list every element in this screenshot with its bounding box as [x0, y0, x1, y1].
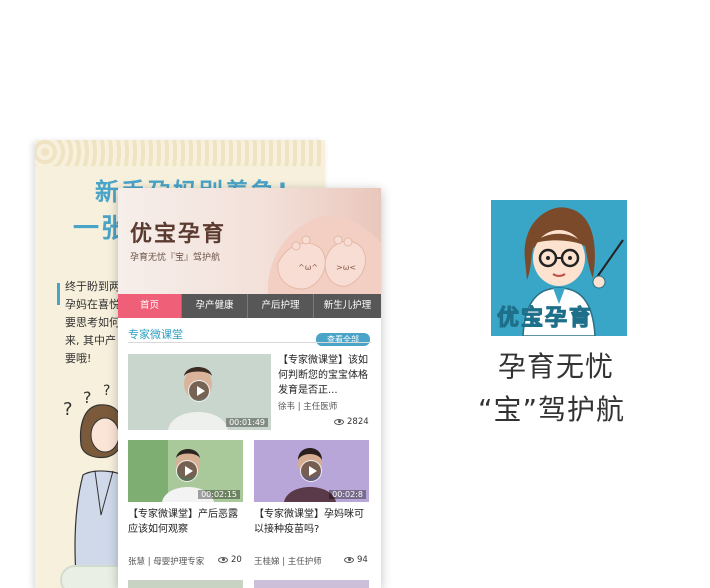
poster-text-line: 终于盼到两	[65, 280, 120, 293]
poster-text-line: 孕妈在喜悦	[65, 298, 120, 311]
video-thumbnail[interactable]: 00:01:49	[128, 354, 271, 430]
section-title: 专家微课堂	[128, 328, 183, 341]
video-author: 张慧 | 母婴护理专家	[128, 557, 205, 567]
video-title[interactable]: 【专家微课堂】孕妈咪可以接种疫苗吗?	[254, 507, 372, 537]
play-icon[interactable]	[188, 380, 210, 402]
video-views: 20	[218, 555, 242, 565]
eye-icon	[334, 418, 344, 425]
svg-text:?: ?	[63, 399, 73, 420]
baby-feet-illustration: ^ω^ >ω<	[267, 216, 381, 294]
svg-text:?: ?	[83, 388, 92, 407]
app-screen: 优宝孕育 孕育无忧『宝』驾护航 ^ω^ >ω< 首页 孕产健康 产后护理 新生儿…	[118, 188, 381, 588]
poster-text-line: 要思考如何	[65, 316, 120, 329]
svg-text:>ω<: >ω<	[336, 263, 356, 272]
tab-postpartum-care[interactable]: 产后护理	[248, 294, 314, 318]
poster-body-text: 终于盼到两 孕妈在喜悦 要思考如何 来, 其中产 要哦!	[65, 278, 125, 368]
hero-banner: 优宝孕育 孕育无忧『宝』驾护航 ^ω^ >ω<	[118, 188, 381, 294]
tab-newborn-care[interactable]: 新生儿护理	[314, 294, 381, 318]
video-author: 徐韦 | 主任医师	[278, 402, 338, 412]
category-nav: 首页 孕产健康 产后护理 新生儿护理	[118, 294, 381, 318]
video-title[interactable]: 【专家微课堂】产后恶露应该如何观察	[128, 507, 246, 537]
video-duration: 00:02:15	[198, 490, 240, 499]
app-title: 优宝孕育	[130, 222, 227, 247]
slogan-line-1: 孕育无忧	[498, 350, 615, 383]
svg-text:?: ?	[103, 383, 110, 399]
video-duration: 00:01:49	[226, 418, 268, 427]
poster-accent-bar	[57, 283, 60, 305]
video-title[interactable]: 【专家微课堂】该如何判断您的宝宝体格发育是否正...	[278, 353, 373, 399]
slogan-line-2: “宝”驾护航	[478, 393, 626, 426]
tab-home[interactable]: 首页	[118, 294, 182, 318]
section-divider	[128, 342, 371, 343]
eye-icon	[218, 556, 228, 563]
svg-text:^ω^: ^ω^	[298, 263, 318, 272]
poster-text-line: 要哦!	[65, 352, 92, 365]
tab-pregnancy-health[interactable]: 孕产健康	[182, 294, 248, 318]
view-all-button[interactable]: 查看全部	[316, 333, 370, 346]
poster-lace-border	[35, 140, 325, 166]
play-icon[interactable]	[300, 460, 322, 482]
video-thumbnail[interactable]: 00:02:8	[254, 440, 369, 502]
view-count: 2824	[347, 417, 369, 427]
video-views: 94	[344, 555, 368, 565]
poster-text-line: 来, 其中产	[65, 334, 116, 347]
video-thumbnail[interactable]	[254, 580, 369, 588]
app-subtitle: 孕育无忧『宝』驾护航	[130, 253, 221, 263]
view-count: 94	[357, 555, 368, 565]
video-views: 2824	[334, 417, 369, 427]
video-thumbnail[interactable]	[128, 580, 243, 588]
eye-icon	[344, 556, 354, 563]
view-count: 20	[231, 555, 242, 565]
video-duration: 00:02:8	[329, 490, 366, 499]
app-icon-label: 优宝孕育	[496, 306, 594, 332]
video-author: 王桂娣 | 主任护师	[254, 557, 322, 567]
video-thumbnail[interactable]: 00:02:15	[128, 440, 243, 502]
play-icon[interactable]	[176, 460, 198, 482]
app-icon: 优宝孕育	[491, 200, 627, 336]
